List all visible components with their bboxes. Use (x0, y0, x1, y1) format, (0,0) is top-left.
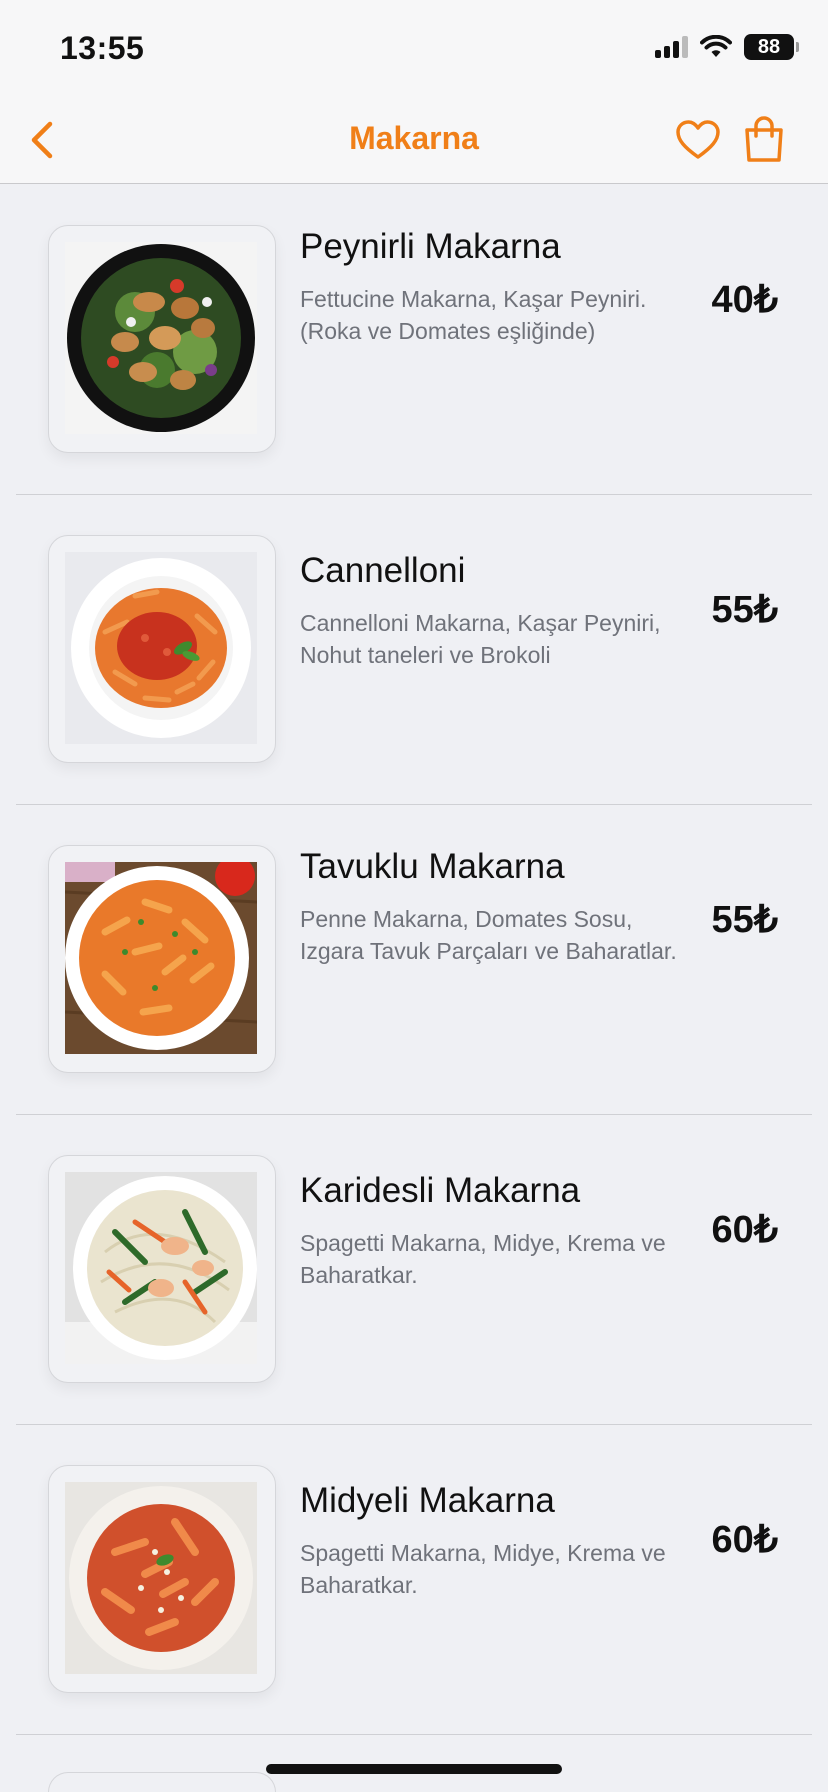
status-bar: 13:55 88 (0, 0, 828, 100)
dish-price: 55₺ (711, 899, 778, 941)
dish-name: Karidesli Makarna (300, 1171, 581, 1210)
status-icons: 88 (655, 34, 799, 60)
dish-name: Midyeli Makarna (300, 1481, 555, 1520)
dish-name: Tavuklu Makarna (300, 847, 565, 886)
menu-item[interactable]: Cannelloni Cannelloni Makarna, Kaşar Pey… (16, 495, 812, 805)
menu-item[interactable]: Karidesli Makarna Spagetti Makarna, Midy… (16, 1115, 812, 1425)
dish-image-frame (48, 535, 276, 763)
dish-image-frame (48, 1155, 276, 1383)
dish-description: Spagetti Makarna, Midye, Krema ve Bahara… (300, 1540, 666, 1598)
dish-image (65, 242, 257, 434)
navigation-bar: Makarna (0, 100, 828, 184)
cellular-signal-icon (655, 36, 688, 58)
status-time: 13:55 (60, 30, 145, 66)
dish-description: Penne Makarna, Domates Sosu, Izgara Tavu… (300, 906, 677, 964)
dish-image (65, 1482, 257, 1674)
dish-name: Cannelloni (300, 551, 466, 590)
dish-image (65, 862, 257, 1054)
heart-icon[interactable] (674, 116, 722, 164)
dish-image (65, 1172, 257, 1364)
dish-price: 40₺ (711, 279, 778, 321)
menu-item[interactable]: Peynirli Makarna Fettucine Makarna, Kaşa… (16, 185, 812, 495)
dish-image-frame (48, 225, 276, 453)
battery-icon: 88 (744, 34, 799, 60)
battery-level: 88 (757, 35, 781, 58)
dish-price: 55₺ (711, 589, 778, 631)
menu-list: Peynirli Makarna Fettucine Makarna, Kaşa… (0, 185, 828, 1735)
dish-price: 60₺ (711, 1209, 778, 1251)
dish-image-frame (48, 1465, 276, 1693)
menu-item[interactable]: Tavuklu Makarna Penne Makarna, Domates S… (16, 805, 812, 1115)
next-item-image-frame (48, 1772, 276, 1792)
dish-price: 60₺ (711, 1519, 778, 1561)
home-indicator[interactable] (266, 1764, 562, 1774)
dish-image (65, 552, 257, 744)
dish-description: Spagetti Makarna, Midye, Krema ve Bahara… (300, 1230, 666, 1288)
wifi-icon (700, 35, 732, 57)
dish-description: Cannelloni Makarna, Kaşar Peyniri, Nohut… (300, 610, 661, 668)
menu-item[interactable]: Midyeli Makarna Spagetti Makarna, Midye,… (16, 1425, 812, 1735)
dish-name: Peynirli Makarna (300, 227, 561, 266)
dish-description: Fettucine Makarna, Kaşar Peyniri. (Roka … (300, 286, 647, 344)
shopping-bag-icon[interactable] (740, 114, 788, 164)
dish-image-frame (48, 845, 276, 1073)
